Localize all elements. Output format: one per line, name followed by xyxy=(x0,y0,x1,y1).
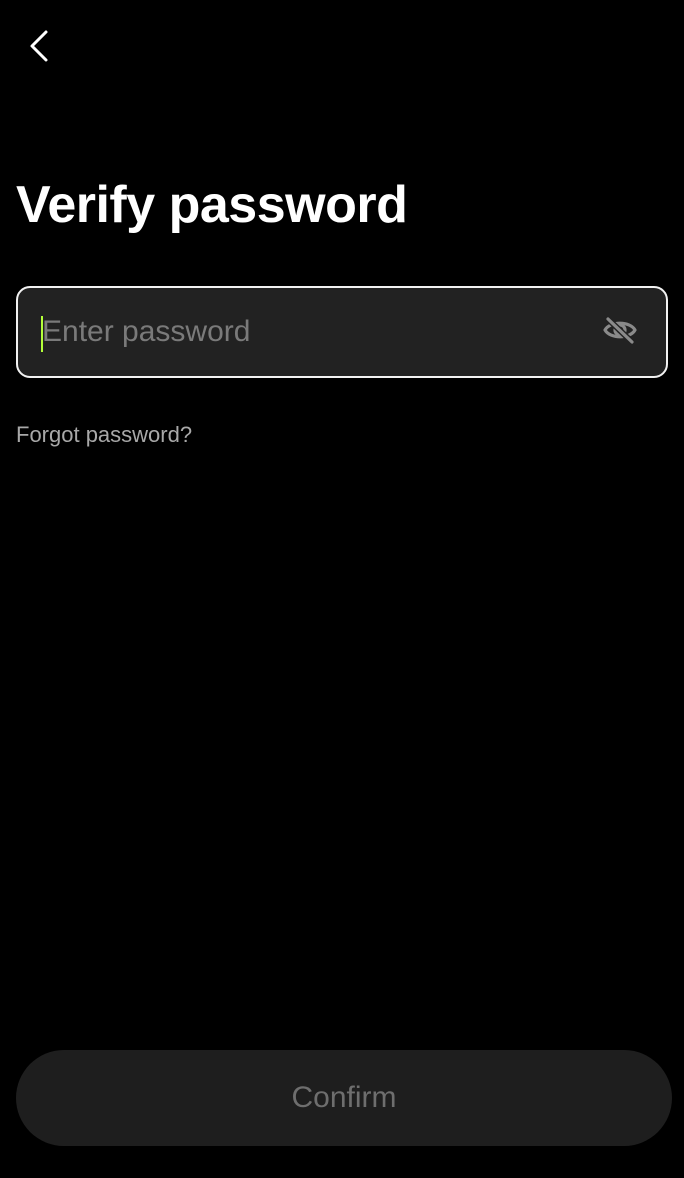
chevron-left-icon xyxy=(28,28,52,64)
confirm-button[interactable]: Confirm xyxy=(16,1050,672,1146)
text-caret xyxy=(41,316,43,352)
visibility-toggle-button[interactable] xyxy=(596,308,644,356)
eye-off-icon xyxy=(603,315,637,349)
password-input[interactable] xyxy=(18,288,596,376)
password-field[interactable] xyxy=(16,286,668,378)
page-title: Verify password xyxy=(16,176,408,234)
back-button[interactable] xyxy=(16,22,64,70)
forgot-password-link[interactable]: Forgot password? xyxy=(16,422,192,448)
